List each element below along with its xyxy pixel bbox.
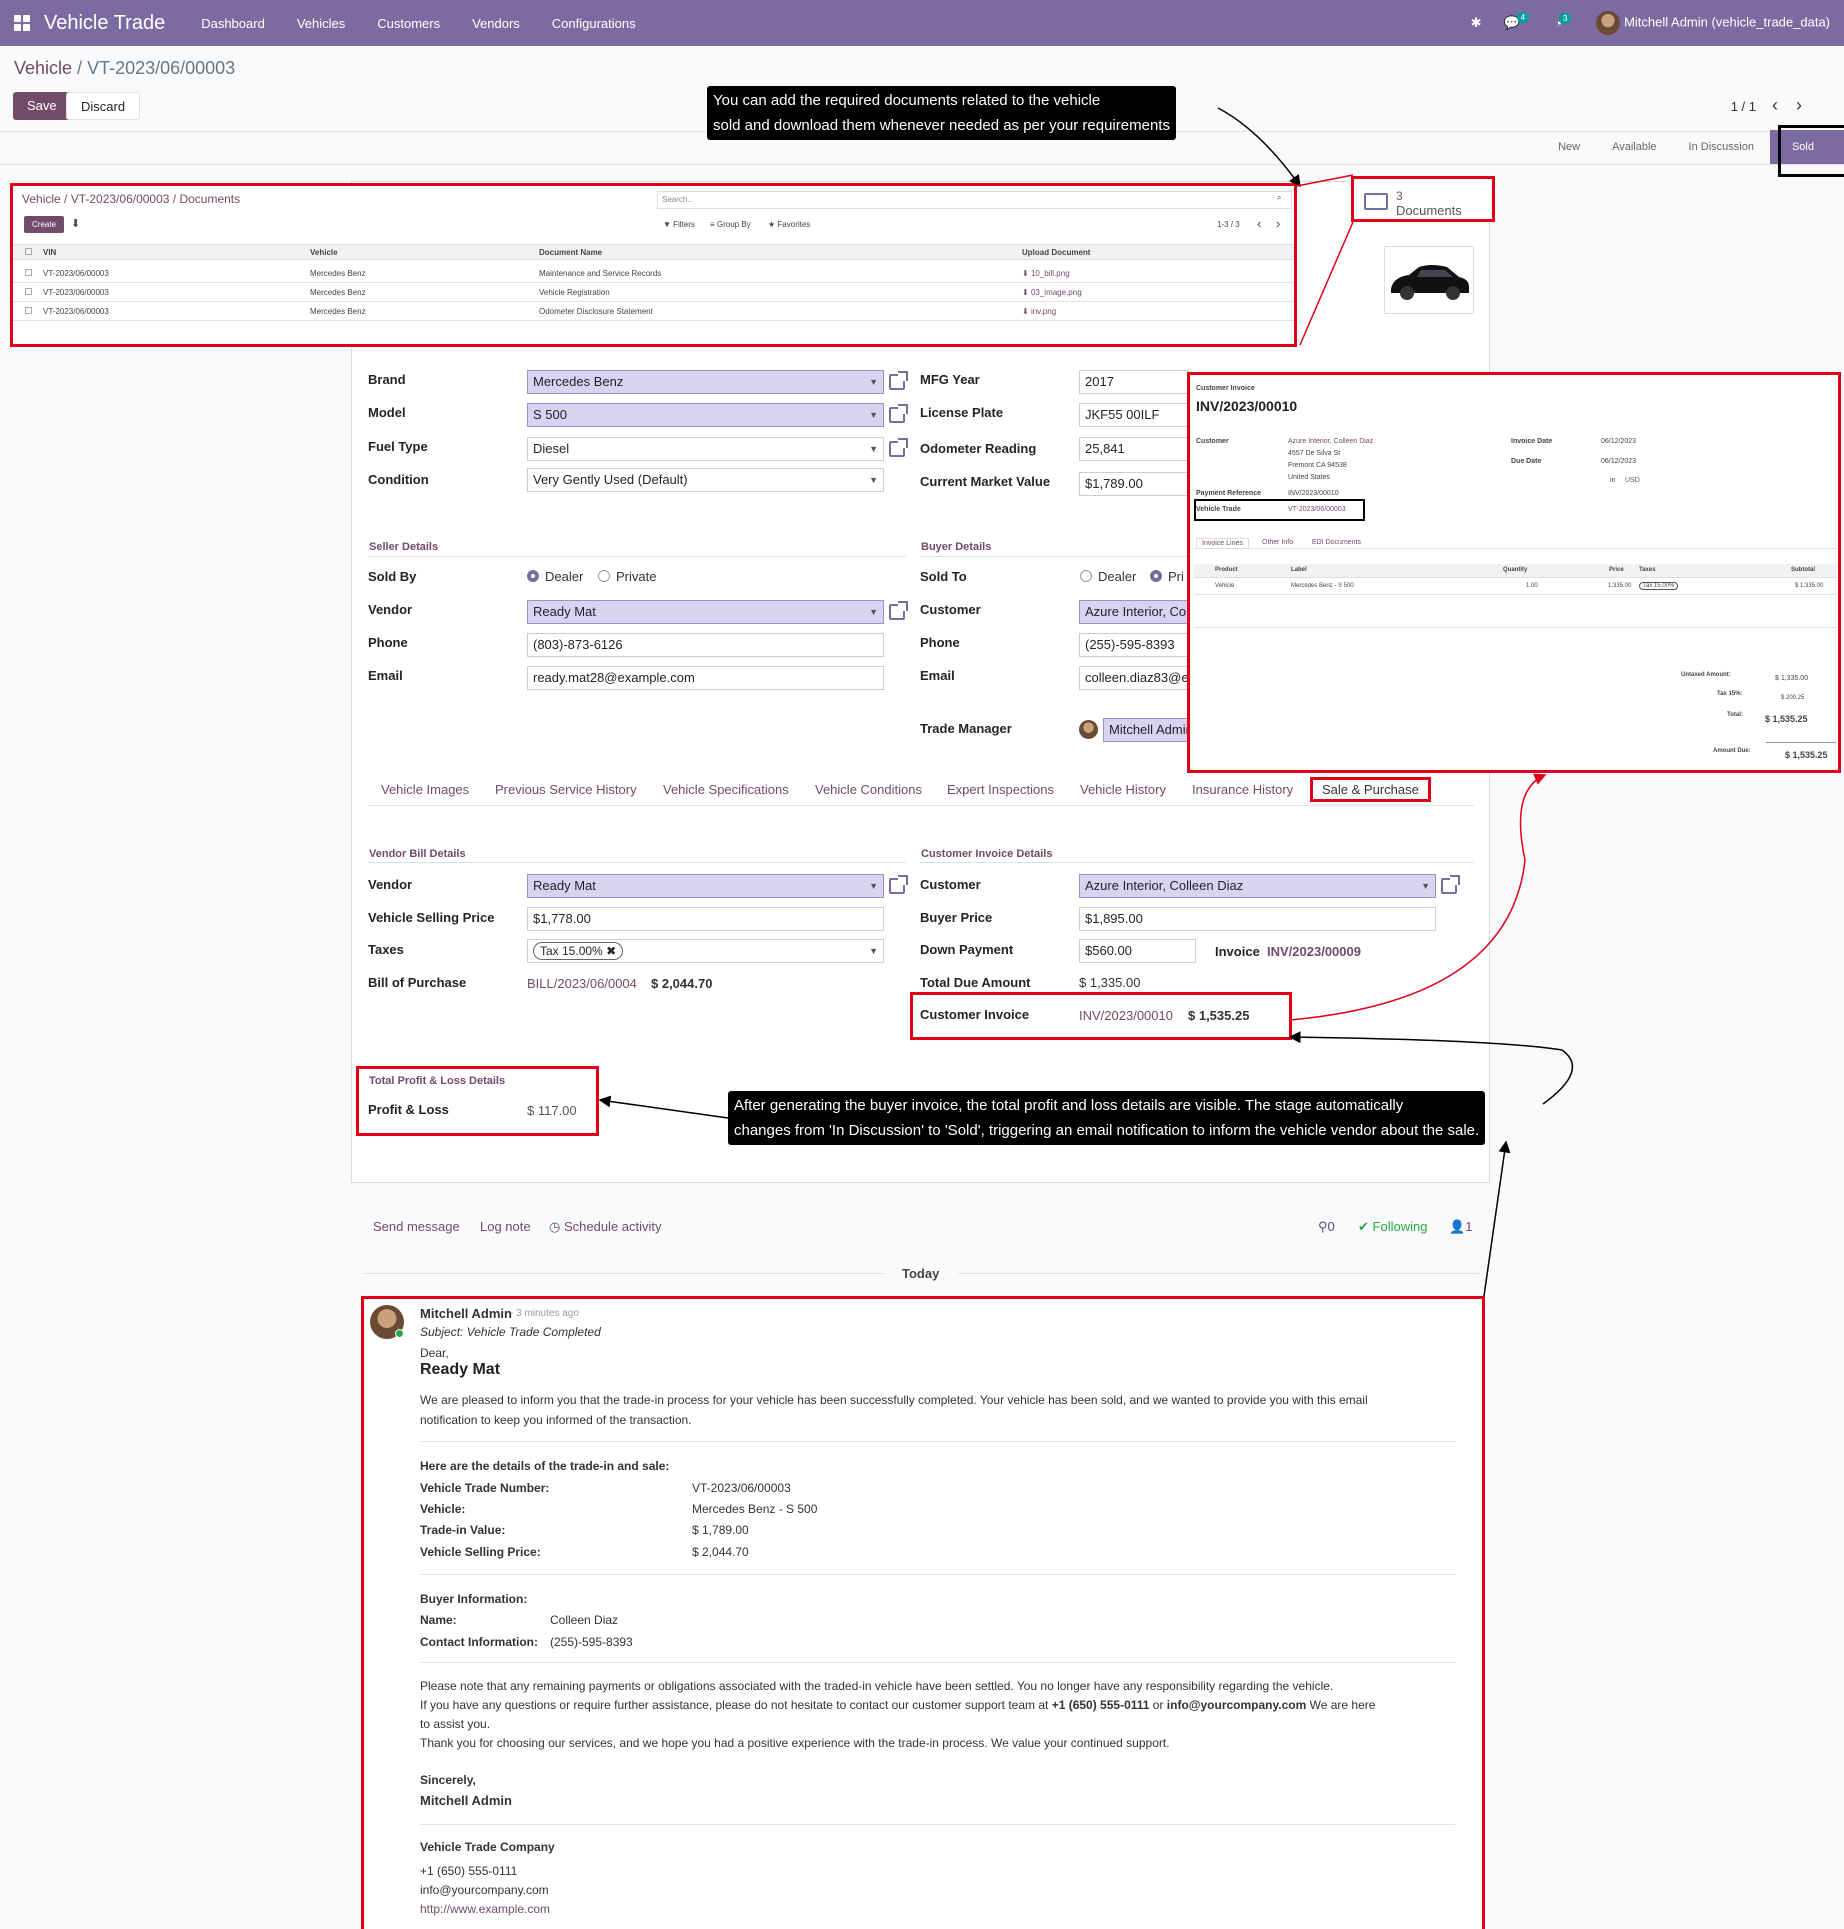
following-button[interactable]: ✔ Following	[1358, 1219, 1427, 1235]
detail-trade-number: VT-2023/06/00003	[692, 1481, 791, 1495]
detail-vehicle: Mercedes Benz - S 500	[692, 1502, 818, 1516]
buyer-info-title: Buyer Information:	[420, 1592, 528, 1606]
followers-count: 1	[1465, 1219, 1473, 1234]
detail-tradein-label: Trade-in Value:	[420, 1523, 506, 1537]
detail-selling: $ 2,044.70	[692, 1545, 749, 1559]
buyer-contact: (255)-595-8393	[550, 1635, 633, 1649]
detail-selling-label: Vehicle Selling Price:	[420, 1545, 541, 1559]
paragraph-thanks: Thank you for choosing our services, and…	[420, 1736, 1170, 1750]
signer: Mitchell Admin	[420, 1793, 512, 1808]
paragraph-settled: Please note that any remaining payments …	[420, 1679, 1334, 1693]
online-status-icon	[395, 1329, 404, 1338]
company-name: Vehicle Trade Company	[420, 1840, 555, 1854]
send-message-button[interactable]: Send message	[373, 1219, 460, 1234]
detail-trade-number-label: Vehicle Trade Number:	[420, 1481, 550, 1495]
contact-or: or	[1149, 1698, 1167, 1712]
attachments-count: 0	[1327, 1219, 1335, 1234]
buyer-contact-label: Contact Information:	[420, 1635, 538, 1649]
sincerely: Sincerely,	[420, 1773, 476, 1787]
buyer-name-label: Name:	[420, 1613, 457, 1627]
attachments-button[interactable]: ⚲0	[1318, 1219, 1335, 1235]
detail-tradein: $ 1,789.00	[692, 1523, 749, 1537]
greeting: Dear,	[420, 1346, 449, 1360]
message-time: - 3 minutes ago	[510, 1308, 579, 1319]
schedule-activity-label: Schedule activity	[563, 1219, 662, 1234]
buyer-name: Colleen Diaz	[550, 1613, 619, 1627]
contact-text-b: We are here	[1306, 1698, 1376, 1712]
chatter-message: Mitchell Admin - 3 minutes ago Subject: …	[361, 1296, 1485, 1929]
details-title: Here are the details of the trade-in and…	[420, 1459, 670, 1473]
detail-vehicle-label: Vehicle:	[420, 1502, 466, 1516]
message-author[interactable]: Mitchell Admin	[420, 1306, 512, 1321]
schedule-activity-button[interactable]: ◷ Schedule activity	[549, 1219, 662, 1235]
company-email: info@yourcompany.com	[420, 1883, 549, 1897]
contact-text-a: If you have any questions or require fur…	[420, 1698, 1052, 1712]
contact-email: info@yourcompany.com	[1166, 1698, 1307, 1712]
company-phone: +1 (650) 555-0111	[420, 1864, 518, 1878]
intro-line2: notification to keep you informed of the…	[420, 1413, 692, 1427]
paperclip-icon: ⚲	[1318, 1219, 1328, 1234]
check-icon: ✔	[1358, 1219, 1369, 1234]
contact-phone: +1 (650) 555-0111	[1051, 1698, 1150, 1712]
user-icon: 👤	[1449, 1219, 1466, 1234]
message-subject: Subject: Vehicle Trade Completed	[420, 1325, 601, 1339]
clock-icon: ◷	[549, 1219, 561, 1234]
following-label: Following	[1372, 1219, 1428, 1234]
followers-button[interactable]: 👤1	[1449, 1219, 1472, 1235]
paragraph-assist: to assist you.	[420, 1717, 491, 1731]
vendor-name: Ready Mat	[420, 1361, 501, 1378]
company-website-link[interactable]: http://www.example.com	[420, 1902, 550, 1916]
paragraph-contact: If you have any questions or require fur…	[420, 1698, 1375, 1712]
log-note-button[interactable]: Log note	[480, 1219, 531, 1234]
intro-line1: We are pleased to inform you that the tr…	[420, 1393, 1368, 1407]
today-separator: Today	[902, 1266, 940, 1281]
